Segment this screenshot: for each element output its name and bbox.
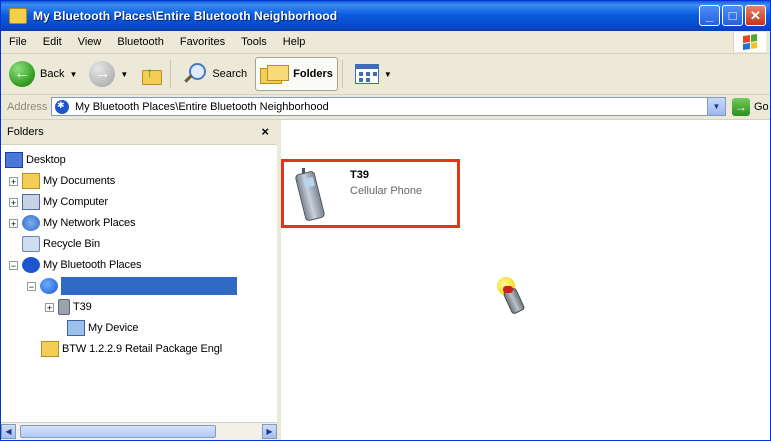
scroll-left-icon[interactable]: ◀ <box>1 424 16 439</box>
horizontal-scrollbar[interactable]: ◀ ▶ <box>1 422 277 440</box>
menu-bluetooth[interactable]: Bluetooth <box>109 36 171 48</box>
scroll-right-icon[interactable]: ▶ <box>262 424 277 439</box>
network-icon <box>22 215 40 231</box>
expand-icon[interactable]: + <box>9 218 18 228</box>
collapse-icon[interactable]: − <box>9 260 18 270</box>
tree-item-recycle-bin[interactable]: Recycle Bin <box>22 234 100 254</box>
menu-view[interactable]: View <box>70 36 110 48</box>
tree-item-label: T39 <box>73 301 92 313</box>
views-dropdown-icon[interactable]: ▼ <box>384 70 392 79</box>
tree-item-label: Recycle Bin <box>43 238 100 250</box>
search-icon <box>183 62 207 86</box>
collapse-icon[interactable]: − <box>27 281 36 291</box>
back-button[interactable]: ← Back ▼ <box>5 57 81 91</box>
device-name: T39 <box>350 169 369 181</box>
tree-item-label: BTW 1.2.2.9 Retail Package Engl <box>62 343 223 355</box>
window-controls: _ □ ✕ <box>699 5 766 26</box>
folders-icon <box>260 64 290 84</box>
folder-up-icon: ↑ <box>140 64 163 85</box>
tree-item-my-documents[interactable]: + My Documents <box>9 171 115 191</box>
up-button[interactable]: ↑ <box>136 57 166 91</box>
views-button[interactable]: ▼ <box>351 57 396 91</box>
expand-icon[interactable]: + <box>9 176 18 186</box>
scroll-thumb[interactable] <box>20 425 216 438</box>
address-dropdown-icon[interactable]: ▼ <box>707 98 725 115</box>
tree-item-label: Desktop <box>26 154 66 166</box>
back-arrow-icon: ← <box>9 61 35 87</box>
close-folders-pane-button[interactable]: × <box>261 124 269 139</box>
go-label: Go <box>754 101 769 113</box>
cellular-phone-icon <box>294 168 326 222</box>
address-bar: Address My Bluetooth Places\Entire Bluet… <box>1 95 770 120</box>
folder-icon <box>9 8 27 24</box>
folders-pane: Folders × Desktop + My Documents + My Co… <box>1 120 281 440</box>
tree-item-label: My Computer <box>43 196 108 208</box>
device-icon <box>67 320 85 336</box>
maximize-button[interactable]: □ <box>722 5 743 26</box>
close-button[interactable]: ✕ <box>745 5 766 26</box>
minimize-button[interactable]: _ <box>699 5 720 26</box>
folders-button[interactable]: Folders <box>255 57 338 91</box>
device-item-t39[interactable]: T39 Cellular Phone <box>281 159 460 228</box>
back-label: Back <box>40 68 65 80</box>
search-label: Search <box>212 68 248 80</box>
bluetooth-icon <box>22 257 40 273</box>
forward-dropdown-icon[interactable]: ▼ <box>120 70 128 79</box>
phone-icon <box>58 299 70 315</box>
views-icon <box>354 64 379 84</box>
forward-arrow-icon: → <box>89 61 116 87</box>
window-title: My Bluetooth Places\Entire Bluetooth Nei… <box>33 9 338 23</box>
folders-label: Folders <box>293 68 333 80</box>
desktop-icon <box>5 152 23 168</box>
address-input[interactable]: My Bluetooth Places\Entire Bluetooth Nei… <box>51 97 726 116</box>
toolbar: ← Back ▼ → ▼ ↑ Search Folders ▼ <box>1 54 770 95</box>
tree-item-desktop[interactable]: Desktop <box>5 150 66 170</box>
tree-item-my-device[interactable]: My Device <box>67 318 139 338</box>
back-dropdown-icon[interactable]: ▼ <box>69 70 77 79</box>
toolbar-separator <box>341 60 343 88</box>
tree-item-label: My Device <box>88 322 139 334</box>
scroll-track[interactable] <box>16 424 262 439</box>
tree-item-label: My Network Places <box>43 217 136 229</box>
folder-icon <box>41 341 59 357</box>
menu-favorites[interactable]: Favorites <box>172 36 233 48</box>
documents-folder-icon <box>22 173 40 189</box>
address-label: Address <box>7 101 48 113</box>
tree-item-entire-bluetooth-neighborhood[interactable]: − <box>27 276 237 296</box>
tree-item-t39[interactable]: + T39 <box>45 297 92 317</box>
tree-item-my-computer[interactable]: + My Computer <box>9 192 108 212</box>
search-button[interactable]: Search <box>179 57 251 91</box>
computer-icon <box>22 194 40 210</box>
forward-button[interactable]: → ▼ <box>85 57 132 91</box>
bluetooth-neighborhood-icon <box>40 278 58 294</box>
bluetooth-icon <box>55 99 69 114</box>
menu-edit[interactable]: Edit <box>35 36 70 48</box>
menu-bar: File Edit View Bluetooth Favorites Tools… <box>1 31 770 54</box>
folders-pane-title: Folders <box>7 126 44 138</box>
menu-file[interactable]: File <box>1 36 35 48</box>
recycle-bin-icon <box>22 236 40 252</box>
device-type: Cellular Phone <box>350 185 423 197</box>
menu-help[interactable]: Help <box>275 36 314 48</box>
go-arrow-icon: → <box>732 98 750 116</box>
windows-logo-icon <box>733 32 766 52</box>
tree-item-btw-folder[interactable]: BTW 1.2.2.9 Retail Package Engl <box>41 339 222 359</box>
tree-item-label-selected <box>61 277 237 295</box>
folders-pane-header: Folders <box>1 120 277 145</box>
bluetooth-connect-cursor-icon <box>497 277 533 317</box>
menu-tools[interactable]: Tools <box>233 36 275 48</box>
explorer-window: My Bluetooth Places\Entire Bluetooth Nei… <box>0 0 771 441</box>
tree-item-my-bluetooth-places[interactable]: − My Bluetooth Places <box>9 255 141 275</box>
expand-icon[interactable]: + <box>9 197 18 207</box>
address-value: My Bluetooth Places\Entire Bluetooth Nei… <box>75 100 329 113</box>
content-pane: T39 Cellular Phone <box>281 120 770 440</box>
folder-tree: Desktop + My Documents + My Computer + M… <box>1 146 277 414</box>
toolbar-separator <box>170 60 172 88</box>
tree-item-label: My Documents <box>43 175 116 187</box>
expand-icon[interactable]: + <box>45 302 54 312</box>
tree-item-my-network-places[interactable]: + My Network Places <box>9 213 136 233</box>
tree-item-label: My Bluetooth Places <box>43 259 142 271</box>
go-button[interactable]: → Go <box>732 98 769 116</box>
title-bar[interactable]: My Bluetooth Places\Entire Bluetooth Nei… <box>1 1 770 31</box>
